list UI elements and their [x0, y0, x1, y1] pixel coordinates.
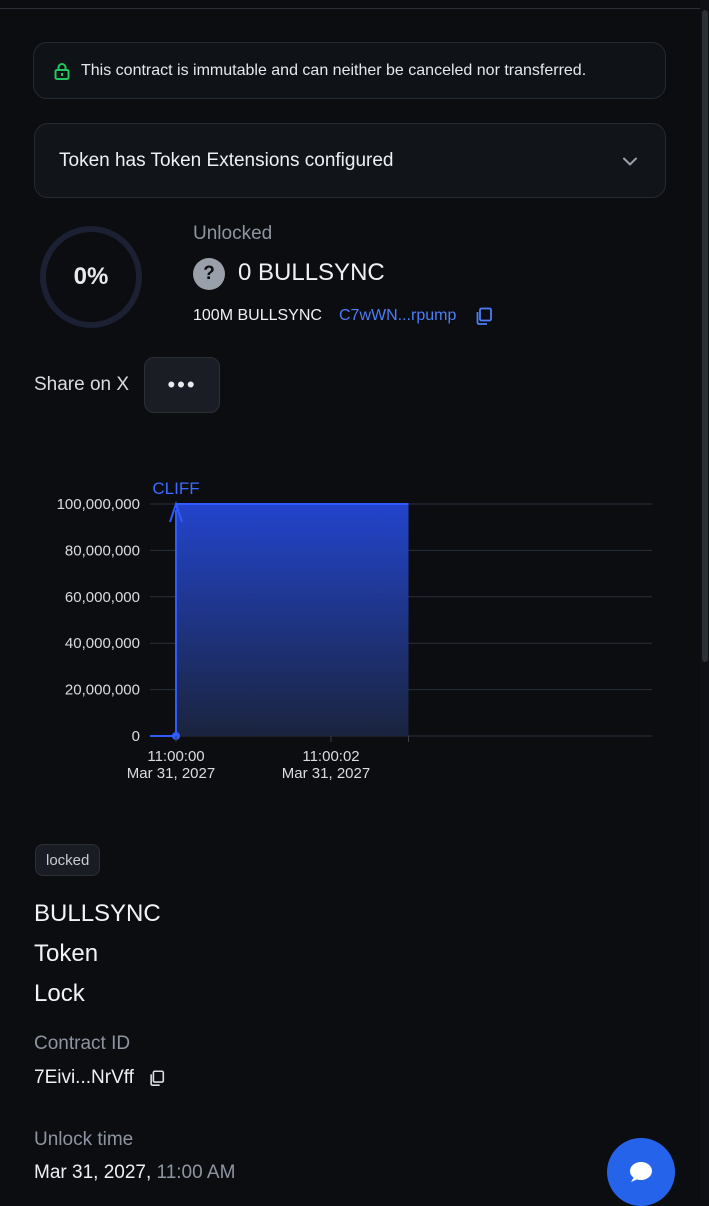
lock-title-line-1: BULLSYNC [34, 900, 161, 927]
y-tick-label: 100,000,000 [57, 496, 140, 513]
unlocked-amount: 0 BULLSYNC [238, 259, 385, 286]
share-on-x-link[interactable]: Share on X [34, 374, 129, 396]
unlocked-label: Unlocked [193, 223, 273, 244]
unlock-time-label: Unlock time [34, 1129, 134, 1150]
immutable-notice: This contract is immutable and can neith… [33, 42, 666, 99]
y-tick-label: 60,000,000 [65, 589, 140, 606]
token-mint-link[interactable]: C7wWN...rpump [339, 307, 456, 325]
token-extensions-label: Token has Token Extensions configured [59, 149, 394, 171]
x-tick-time: 11:00:02 [302, 748, 359, 765]
contract-id-value: 7Eivi...NrVff [34, 1067, 134, 1088]
y-tick-label: 20,000,000 [65, 682, 140, 699]
total-amount: 100M BULLSYNC [193, 307, 322, 324]
lock-title-line-3: Lock [34, 980, 85, 1007]
vesting-chart: 100,000,000 80,000,000 60,000,000 40,000,00… [57, 479, 652, 782]
more-options-button[interactable]: ••• [144, 357, 220, 413]
copy-contract-icon[interactable] [148, 1069, 166, 1087]
cliff-annotation: CLIFF [152, 479, 199, 498]
x-tick-date: Mar 31, 2027 [127, 765, 215, 782]
notice-text: This contract is immutable and can neith… [81, 61, 587, 79]
y-tick-label: 0 [132, 728, 140, 745]
y-tick-label: 40,000,000 [65, 635, 140, 652]
unlock-date: Mar 31, 2027, [34, 1162, 152, 1183]
chat-bubble-icon [630, 1162, 652, 1182]
status-badge: locked [35, 844, 101, 876]
token-extensions-accordion[interactable]: Token has Token Extensions configured [34, 123, 666, 198]
chat-button[interactable] [607, 1138, 675, 1206]
question-mark-icon: ? [193, 258, 225, 290]
lock-icon [54, 62, 70, 80]
progress-percent: 0% [73, 263, 109, 290]
contract-id-label: Contract ID [34, 1033, 131, 1054]
chevron-down-icon [623, 157, 637, 166]
area-fill [176, 504, 409, 736]
lock-title-line-2: Token [34, 940, 99, 967]
copy-icon[interactable] [474, 306, 494, 326]
y-tick-label: 80,000,000 [65, 542, 140, 559]
unlock-hour: 11:00 AM [156, 1162, 236, 1183]
x-tick-date: Mar 31, 2027 [282, 765, 370, 782]
top-divider [0, 8, 700, 9]
x-tick-time: 11:00:00 [147, 748, 204, 765]
unlock-time-value: Mar 31, 2027, 11:00 AM [34, 1162, 235, 1184]
